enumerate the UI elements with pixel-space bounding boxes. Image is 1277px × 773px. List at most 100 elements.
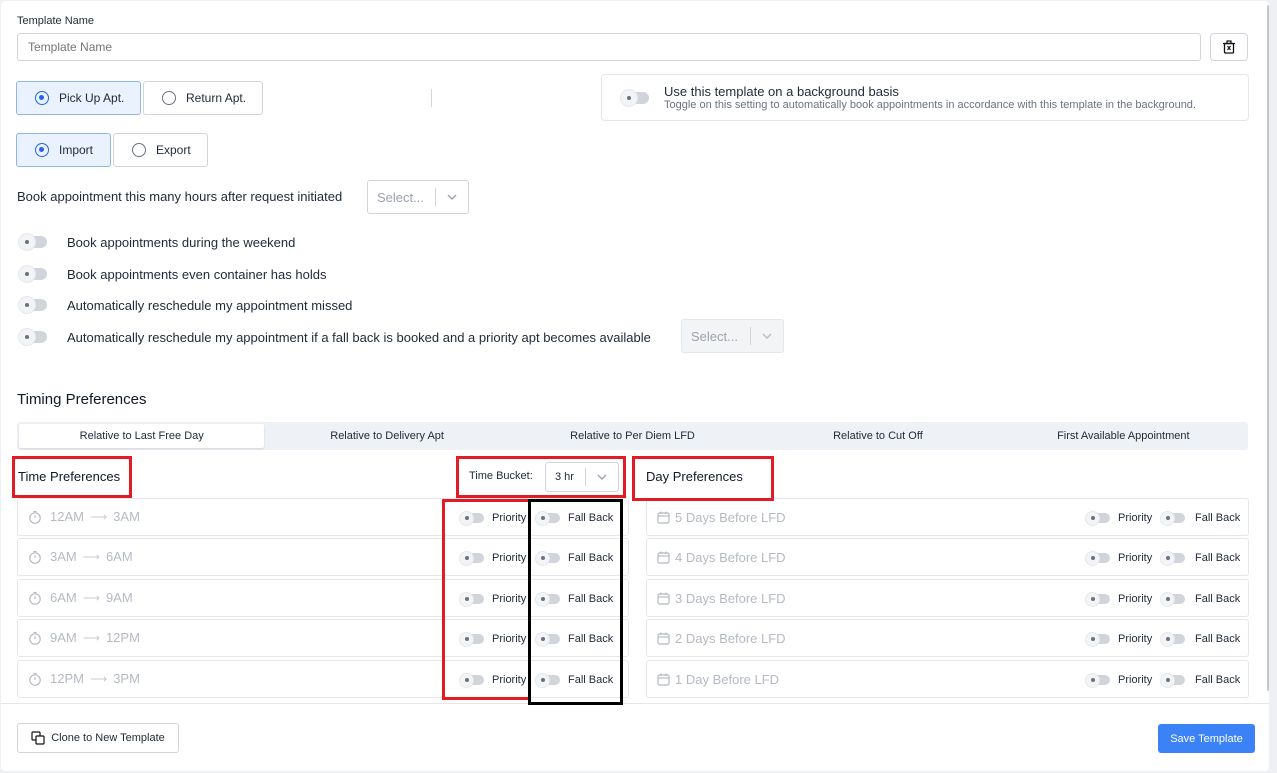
tab-relative-per-diem-lfd[interactable]: Relative to Per Diem LFD: [510, 424, 755, 448]
priority-label: Priority: [1118, 633, 1153, 645]
fallback-toggle[interactable]: [1161, 592, 1185, 606]
book-hours-select[interactable]: Select...: [367, 180, 469, 214]
day-preference-row: 4 Days Before LFD Priority Fall Back: [646, 538, 1249, 576]
time-preference-row: 3AM ⟶ 6AM Priority Fall Back: [17, 538, 629, 576]
chevron-down-icon: [751, 332, 783, 340]
priority-label: Priority: [492, 633, 527, 645]
fallback-toggle[interactable]: [1161, 551, 1185, 565]
fallback-label: Fall Back: [1195, 512, 1241, 524]
time-range: 12AM ⟶ 3AM: [50, 509, 140, 524]
priority-label: Priority: [492, 593, 527, 605]
option-toggle[interactable]: [19, 266, 47, 282]
day-preference-row: 3 Days Before LFD Priority Fall Back: [646, 579, 1249, 617]
fallback-label: Fall Back: [568, 674, 614, 686]
priority-toggle-group: Priority: [460, 632, 527, 646]
divider: [431, 89, 432, 107]
radio-export[interactable]: Export: [113, 133, 208, 167]
stopwatch-icon: [28, 672, 42, 691]
select-value: Select...: [377, 189, 424, 205]
priority-toggle-group: Priority: [1086, 551, 1153, 565]
time-bucket-select[interactable]: 3 hr: [545, 462, 619, 492]
fallback-label: Fall Back: [568, 512, 614, 524]
time-to: 12PM: [105, 630, 140, 645]
fallback-toggle-group: Fall Back: [1161, 592, 1241, 606]
option-toggle[interactable]: [19, 297, 47, 313]
time-preference-row: 6AM ⟶ 9AM Priority Fall Back: [17, 579, 629, 617]
book-hours-label: Book appointment this many hours after r…: [17, 189, 343, 204]
select-value: 3 hr: [555, 471, 574, 483]
time-from: 9AM: [50, 630, 77, 645]
fallback-toggle[interactable]: [536, 551, 560, 565]
template-name-input[interactable]: [17, 33, 1201, 61]
delete-template-button[interactable]: [1210, 33, 1248, 61]
option-label: Book appointments during the weekend: [67, 234, 296, 250]
scrollbar-thumb[interactable]: [1267, 5, 1269, 691]
tab-relative-cut-off[interactable]: Relative to Cut Off: [755, 424, 1000, 448]
radio-return-apt[interactable]: Return Apt.: [143, 81, 263, 115]
clone-template-button[interactable]: Clone to New Template: [17, 723, 179, 753]
option-toggle[interactable]: [19, 329, 47, 345]
priority-label: Priority: [492, 552, 527, 564]
fallback-toggle[interactable]: [536, 592, 560, 606]
priority-toggle-group: Priority: [460, 673, 527, 687]
fallback-label: Fall Back: [568, 593, 614, 605]
select-value: Select...: [691, 328, 738, 344]
priority-toggle[interactable]: [460, 511, 484, 525]
time-to: 3PM: [113, 671, 140, 686]
priority-toggle-group: Priority: [1086, 592, 1152, 606]
arrow-right-icon: ⟶: [89, 509, 108, 524]
day-preference-row: 5 Days Before LFD Priority Fall Back: [646, 498, 1249, 536]
day-preferences-title: Day Preferences: [646, 469, 743, 484]
fallback-label: Fall Back: [1195, 593, 1241, 605]
tab-relative-delivery-apt[interactable]: Relative to Delivery Apt: [264, 424, 509, 448]
priority-toggle[interactable]: [1086, 592, 1110, 606]
template-editor-panel: Template Name Pick Up Apt. Return Apt. U…: [1, 1, 1269, 771]
background-basis-toggle[interactable]: [621, 90, 649, 106]
priority-toggle[interactable]: [460, 673, 484, 687]
time-preference-row: 9AM ⟶ 12PM Priority Fall Back: [17, 619, 629, 657]
calendar-icon: [657, 592, 670, 610]
priority-toggle[interactable]: [460, 632, 484, 646]
fallback-toggle[interactable]: [1161, 632, 1185, 646]
reschedule-select[interactable]: Select...: [681, 319, 784, 353]
tab-relative-last-free-day[interactable]: Relative to Last Free Day: [19, 424, 265, 448]
priority-label: Priority: [492, 512, 527, 524]
day-label: 4 Days Before LFD: [675, 550, 786, 565]
fallback-toggle[interactable]: [1161, 673, 1185, 687]
priority-toggle[interactable]: [1086, 551, 1110, 565]
calendar-icon: [657, 632, 670, 650]
radio-indicator: [35, 91, 49, 105]
fallback-toggle[interactable]: [1161, 511, 1185, 525]
save-template-button[interactable]: Save Template: [1158, 724, 1255, 753]
day-label: 2 Days Before LFD: [675, 631, 786, 646]
option-holds: Book appointments even container has hol…: [19, 266, 326, 282]
option-toggle[interactable]: [19, 234, 47, 250]
priority-toggle[interactable]: [1086, 511, 1110, 525]
day-label: 3 Days Before LFD: [675, 591, 786, 606]
fallback-toggle[interactable]: [536, 632, 560, 646]
priority-label: Priority: [1118, 552, 1153, 564]
calendar-icon: [657, 511, 670, 529]
arrow-right-icon: ⟶: [82, 590, 100, 605]
time-from: 12AM: [50, 509, 84, 524]
time-preference-row: 12PM ⟶ 3PM Priority Fall Back: [17, 660, 629, 698]
priority-toggle[interactable]: [1086, 673, 1110, 687]
fallback-toggle-group: Fall Back: [536, 551, 613, 565]
fallback-toggle[interactable]: [536, 511, 560, 525]
fallback-toggle-group: Fall Back: [536, 511, 614, 525]
radio-import[interactable]: Import: [16, 133, 111, 167]
priority-toggle[interactable]: [460, 551, 484, 565]
tab-first-available-appointment[interactable]: First Available Appointment: [1001, 424, 1246, 448]
fallback-label: Fall Back: [1195, 552, 1241, 564]
radio-label: Export: [156, 143, 191, 157]
time-range: 9AM ⟶ 12PM: [50, 630, 140, 645]
stopwatch-icon: [28, 591, 42, 610]
radio-pickup-apt[interactable]: Pick Up Apt.: [16, 81, 141, 115]
calendar-icon: [657, 551, 670, 569]
priority-toggle[interactable]: [1086, 632, 1110, 646]
fallback-toggle[interactable]: [536, 673, 560, 687]
time-range: 6AM ⟶ 9AM: [50, 590, 133, 605]
priority-toggle[interactable]: [460, 592, 484, 606]
time-to: 3AM: [113, 509, 140, 524]
priority-label: Priority: [492, 674, 527, 686]
